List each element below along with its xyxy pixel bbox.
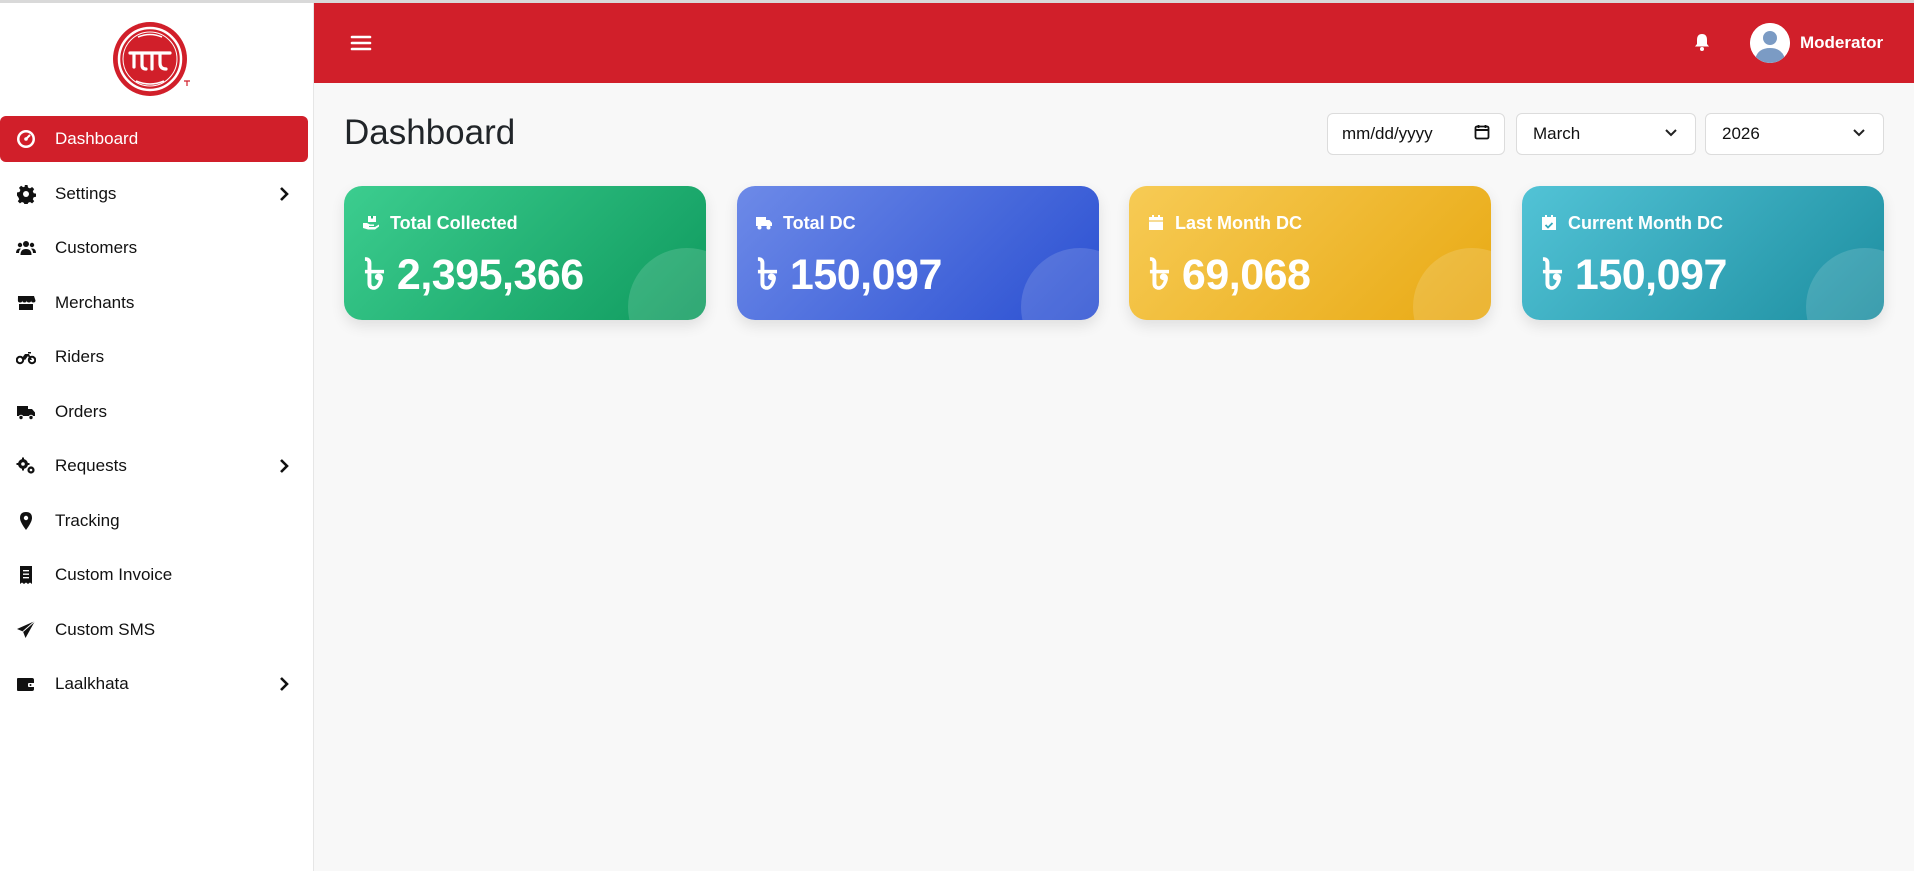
truck-icon bbox=[755, 214, 775, 234]
user-menu[interactable]: Moderator bbox=[1750, 23, 1883, 63]
user-avatar-icon bbox=[1750, 23, 1790, 63]
user-name: Moderator bbox=[1800, 33, 1884, 52]
card-decoration bbox=[628, 248, 706, 320]
card-value: 150,097 bbox=[1574, 251, 1727, 299]
date-placeholder: mm/dd/yyyy bbox=[1342, 124, 1433, 143]
month-select-value: March bbox=[1533, 124, 1581, 143]
top-header: Moderator bbox=[314, 3, 1914, 83]
hand-holding-box-icon bbox=[362, 214, 382, 234]
sidebar-item-label: Requests bbox=[55, 456, 127, 475]
map-pin-icon bbox=[15, 510, 37, 532]
card-value: 2,395,366 bbox=[396, 251, 584, 299]
month-select[interactable]: March bbox=[1516, 113, 1696, 155]
dashboard-gauge-icon bbox=[15, 128, 37, 150]
card-value: 69,068 bbox=[1181, 251, 1311, 299]
card-decoration bbox=[1806, 248, 1884, 320]
card-value: 150,097 bbox=[789, 251, 942, 299]
calendar-check-icon bbox=[1540, 214, 1560, 234]
sidebar-item-laalkhata[interactable]: Laalkhata bbox=[0, 661, 314, 707]
sidebar: Dashboard Settings Customers Merchants R… bbox=[0, 3, 314, 871]
bell-icon[interactable] bbox=[1692, 32, 1714, 54]
sidebar-item-merchants[interactable]: Merchants bbox=[0, 280, 314, 326]
sidebar-item-dashboard[interactable]: Dashboard bbox=[0, 116, 308, 162]
card-label: Current Month DC bbox=[1568, 213, 1723, 233]
sidebar-item-label: Customers bbox=[55, 238, 138, 257]
sidebar-item-label: Custom Invoice bbox=[55, 565, 173, 584]
stat-card-total-dc[interactable]: Total DC ৳ 150,097 bbox=[737, 186, 1099, 320]
stat-card-total-collected[interactable]: Total Collected ৳ 2,395,366 bbox=[344, 186, 706, 320]
currency-symbol: ৳ bbox=[1149, 251, 1170, 299]
sidebar-item-label: Merchants bbox=[55, 292, 135, 312]
chevron-right-icon bbox=[274, 184, 294, 204]
sidebar-item-label: Orders bbox=[55, 401, 107, 421]
hamburger-icon[interactable] bbox=[350, 32, 372, 54]
chevron-right-icon bbox=[274, 456, 294, 476]
sidebar-nav: Dashboard Settings Customers Merchants R… bbox=[0, 116, 314, 716]
sidebar-item-custom-invoice[interactable]: Custom Invoice bbox=[0, 552, 314, 598]
sidebar-item-label: Dashboard bbox=[55, 129, 139, 148]
sidebar-item-requests[interactable]: Requests bbox=[0, 443, 314, 489]
truck-icon bbox=[15, 401, 37, 423]
stat-card-last-month-dc[interactable]: Last Month DC ৳ 69,068 bbox=[1129, 186, 1491, 320]
year-select[interactable]: 2026 bbox=[1705, 113, 1884, 155]
users-icon bbox=[15, 237, 37, 259]
card-decoration bbox=[1021, 248, 1099, 320]
chevron-down-icon bbox=[1663, 124, 1679, 145]
sidebar-item-riders[interactable]: Riders bbox=[0, 334, 314, 380]
brand-logo[interactable] bbox=[108, 17, 196, 101]
motorcycle-icon bbox=[15, 346, 37, 368]
store-icon bbox=[15, 292, 37, 314]
sidebar-item-custom-sms[interactable]: Custom SMS bbox=[0, 607, 314, 653]
sidebar-item-label: Tracking bbox=[55, 510, 120, 530]
sidebar-item-settings[interactable]: Settings bbox=[0, 171, 314, 217]
card-label: Total DC bbox=[783, 213, 856, 233]
currency-symbol: ৳ bbox=[364, 251, 385, 299]
gear-icon bbox=[15, 183, 37, 205]
sidebar-item-label: Custom SMS bbox=[55, 619, 156, 639]
sidebar-item-orders[interactable]: Orders bbox=[0, 389, 314, 435]
calendar-icon[interactable] bbox=[1474, 124, 1490, 145]
stat-card-current-month-dc[interactable]: Current Month DC ৳ 150,097 bbox=[1522, 186, 1884, 320]
year-select-value: 2026 bbox=[1722, 124, 1760, 143]
card-label: Total Collected bbox=[390, 213, 518, 233]
date-filter-input[interactable]: mm/dd/yyyy bbox=[1327, 113, 1505, 155]
wallet-icon bbox=[15, 673, 37, 695]
page-title: Dashboard bbox=[344, 113, 516, 152]
chevron-right-icon bbox=[274, 674, 294, 694]
sidebar-item-label: Laalkhata bbox=[55, 674, 129, 693]
currency-symbol: ৳ bbox=[1542, 251, 1563, 299]
card-label: Last Month DC bbox=[1175, 213, 1302, 233]
gears-icon bbox=[15, 455, 37, 477]
receipt-icon bbox=[15, 564, 37, 586]
card-decoration bbox=[1413, 248, 1491, 320]
paper-plane-icon bbox=[15, 619, 37, 641]
sidebar-item-customers[interactable]: Customers bbox=[0, 225, 314, 271]
sidebar-item-label: Settings bbox=[55, 183, 117, 203]
sidebar-item-tracking[interactable]: Tracking bbox=[0, 498, 314, 544]
calendar-icon bbox=[1147, 214, 1167, 234]
currency-symbol: ৳ bbox=[757, 251, 778, 299]
chevron-down-icon bbox=[1851, 124, 1867, 145]
sidebar-item-label: Riders bbox=[55, 347, 105, 366]
